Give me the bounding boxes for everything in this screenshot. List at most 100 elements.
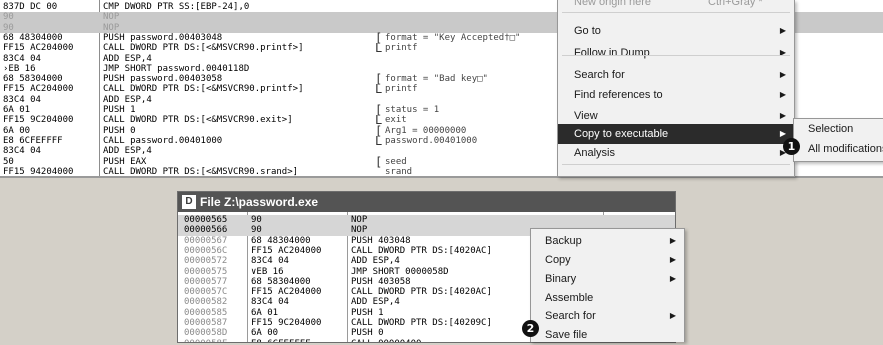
file-menu-item-binary[interactable]: Binary ▶ xyxy=(531,269,684,289)
instruction-bytes: FF15 94204000 xyxy=(3,166,74,176)
instruction-bytes: 6A 00 xyxy=(3,125,31,136)
instruction-text: CALL DWORD PTR DS:[<&MSVCR90.printf>] xyxy=(103,43,304,54)
file-menu-item-search-for[interactable]: Search for ▶ xyxy=(531,306,684,326)
file-instruction: ADD ESP,4 xyxy=(351,297,400,308)
menu-item-label: Search for xyxy=(545,310,596,322)
file-hex-bytes: 83C4 04 xyxy=(251,297,289,308)
menu-item-label: Go to xyxy=(574,25,601,37)
file-instruction: ADD ESP,4 xyxy=(351,256,400,267)
instruction-comment: seed xyxy=(385,156,407,167)
instruction-comment: format = "Key Accepted†□" xyxy=(385,32,521,43)
file-hex-bytes: 90 xyxy=(251,215,262,225)
window-title: File Z:\password.exe xyxy=(200,195,319,209)
submenu-arrow-icon: ▶ xyxy=(669,255,676,264)
instruction-comment: printf xyxy=(385,43,418,54)
context-menu: New origin here Ctrl+Gray * Go to ▶ Follow i… xyxy=(557,0,795,177)
instruction-text: CMP DWORD PTR SS:[EBP-24],0 xyxy=(103,2,250,12)
file-hex-bytes: 6A 01 xyxy=(251,307,279,318)
menu-item-label: Selection xyxy=(808,123,854,135)
instruction-comment: exit xyxy=(385,115,407,126)
file-instruction: NOP xyxy=(351,225,368,236)
file-offset: 0000058D xyxy=(184,328,228,339)
instruction-text: ADD ESP,4 xyxy=(103,94,152,105)
submenu-arrow-icon: ▶ xyxy=(779,111,786,120)
file-offset: 00000567 xyxy=(184,235,228,246)
menu-item-find-references-to[interactable]: Find references to ▶ xyxy=(558,85,794,105)
menu-item-new-origin-here[interactable]: New origin here Ctrl+Gray * xyxy=(558,0,794,12)
file-hex-bytes: 90 xyxy=(251,225,262,236)
instruction-comment: format = "Bad key□" xyxy=(385,74,488,85)
file-instruction: NOP xyxy=(351,215,368,225)
instruction-text: CALL DWORD PTR DS:[<&MSVCR90.srand>] xyxy=(103,166,299,176)
file-instruction: JMP SHORT 0000058D xyxy=(351,266,449,277)
file-instruction: CALL DWORD PTR DS:[40209C] xyxy=(351,318,492,328)
menu-item-label: Analysis xyxy=(574,147,615,159)
submenu-item-selection[interactable]: Selection xyxy=(794,119,883,139)
instruction-comment: printf xyxy=(385,84,418,95)
submenu-item-all-modifications[interactable]: All modifications xyxy=(794,139,883,159)
menu-item-label: Copy xyxy=(545,254,571,266)
menu-item-label: View xyxy=(574,110,598,122)
file-offset: 00000582 xyxy=(184,297,228,308)
file-menu-item-assemble[interactable]: Assemble xyxy=(531,288,684,308)
file-row[interactable]: 00000565 90 NOP xyxy=(178,215,675,226)
submenu-arrow-icon: ▶ xyxy=(779,70,786,79)
file-hex-bytes: ∨EB 16 xyxy=(251,266,284,277)
menu-item-copy-to-executable[interactable]: Copy to executable ▶ xyxy=(558,124,794,144)
instruction-text: PUSH password.00403048 xyxy=(103,32,223,43)
instruction-bytes: 837D DC 00 xyxy=(3,2,58,12)
instruction-bytes: FF15 9C204000 xyxy=(3,115,74,126)
file-instruction: PUSH 1 xyxy=(351,307,384,318)
instruction-comment: status = 1 xyxy=(385,105,440,115)
comment-bracket: L xyxy=(375,41,383,56)
submenu-arrow-icon: ▶ xyxy=(779,26,786,35)
copy-to-executable-submenu: Selection All modifications xyxy=(793,118,883,162)
file-hex-bytes: FF15 AC204000 xyxy=(251,245,322,256)
file-menu-item-backup[interactable]: Backup ▶ xyxy=(531,231,684,251)
menu-item-view[interactable]: View ▶ xyxy=(558,106,794,126)
file-menu-item-save-file[interactable]: Save file xyxy=(531,325,684,345)
menu-item-label: Binary xyxy=(545,273,577,285)
instruction-bytes: 6A 01 xyxy=(3,105,31,115)
file-instruction: PUSH 0 xyxy=(351,328,384,339)
step-2-badge: 2 xyxy=(522,320,539,337)
file-window-titlebar[interactable]: D File Z:\password.exe xyxy=(178,192,675,212)
file-menu-item-copy[interactable]: Copy ▶ xyxy=(531,250,684,270)
menu-item-label: All modifications xyxy=(808,143,883,155)
file-hex-bytes: FF15 AC204000 xyxy=(251,287,322,298)
menu-item-label: Find references to xyxy=(574,89,663,101)
file-offset: 0000057C xyxy=(184,287,228,298)
instruction-bytes: FF15 AC204000 xyxy=(3,84,74,95)
instruction-bytes: 50 xyxy=(3,156,14,167)
instruction-bytes: 83C4 04 xyxy=(3,53,41,64)
instruction-text: ADD ESP,4 xyxy=(103,146,152,157)
instruction-comment: password.00401000 xyxy=(385,135,478,146)
submenu-arrow-icon: ▶ xyxy=(669,311,676,320)
instruction-text: PUSH password.00403058 xyxy=(103,74,223,85)
file-offset: 00000585 xyxy=(184,307,228,318)
menu-shortcut: Ctrl+Gray * xyxy=(708,0,763,8)
instruction-text: CALL DWORD PTR DS:[<&MSVCR90.exit>] xyxy=(103,115,293,126)
file-offset: 00000577 xyxy=(184,276,228,287)
menu-item-label: Backup xyxy=(545,235,582,247)
instruction-text: PUSH 0 xyxy=(103,125,136,136)
instruction-bytes: 83C4 04 xyxy=(3,146,41,157)
menu-separator xyxy=(562,12,790,13)
menu-item-label: New origin here xyxy=(574,0,652,8)
menu-item-search-for[interactable]: Search for ▶ xyxy=(558,65,794,85)
file-instruction: PUSH 403058 xyxy=(351,276,411,287)
menu-separator xyxy=(562,164,790,165)
menu-item-analysis[interactable]: Analysis ▶ xyxy=(558,143,794,163)
instruction-bytes: 68 58304000 xyxy=(3,74,63,85)
submenu-arrow-icon: ▶ xyxy=(779,90,786,99)
menu-item-go-to[interactable]: Go to ▶ xyxy=(558,21,794,41)
file-instruction: CALL DWORD PTR DS:[4020AC] xyxy=(351,245,492,256)
file-hex-bytes: FF15 9C204000 xyxy=(251,318,322,328)
submenu-arrow-icon: ▶ xyxy=(669,274,676,283)
file-context-menu: Backup ▶ Copy ▶ Binary ▶ Assemble Search for ▶ Sa… xyxy=(530,228,685,342)
instruction-bytes: ›EB 16 xyxy=(3,63,36,74)
file-instruction: CALL DWORD PTR DS:[4020AC] xyxy=(351,287,492,298)
file-offset: 00000575 xyxy=(184,266,228,277)
file-offset: 0000056C xyxy=(184,245,228,256)
menu-item-follow-in-dump[interactable]: Follow in Dump ▶ xyxy=(558,43,794,63)
